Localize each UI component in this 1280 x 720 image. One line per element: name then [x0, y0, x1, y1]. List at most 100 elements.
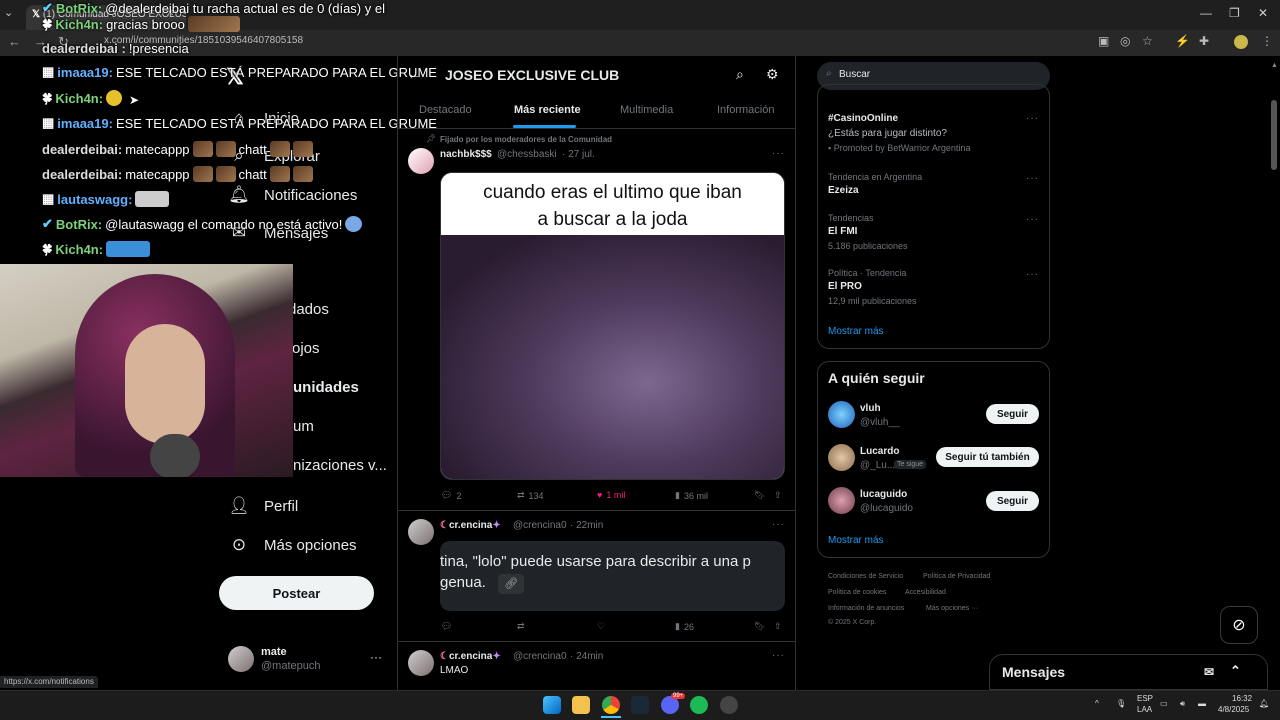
maximize-icon[interactable]: ❐: [1229, 6, 1240, 20]
post-author-name[interactable]: ☾cr.encina✦: [440, 651, 501, 662]
account-avatar[interactable]: [228, 646, 254, 672]
sidebar-item-premium[interactable]: um: [293, 418, 314, 435]
trend-title[interactable]: Ezeiza: [828, 185, 859, 196]
follow-back-button[interactable]: Seguir tú también: [936, 447, 1039, 467]
footer-link[interactable]: Política de cookies: [828, 589, 886, 596]
sidebar-item-mas-opciones[interactable]: ⊙ Más opciones: [228, 535, 357, 555]
trend-more-icon[interactable]: ···: [1026, 214, 1039, 225]
share-icon[interactable]: ⇧: [774, 490, 782, 501]
footer-link[interactable]: Accesibilidad: [905, 589, 946, 596]
network-icon[interactable]: ▭: [1160, 699, 1168, 708]
follow-name[interactable]: Lucardo: [860, 446, 899, 457]
post-author-handle[interactable]: @crencina0: [513, 651, 567, 662]
post-author-name[interactable]: ☾cr.encina✦: [440, 520, 501, 531]
sidebar-item-guardados[interactable]: dados: [288, 301, 329, 318]
footer-link[interactable]: Información de anuncios: [828, 605, 904, 612]
back-icon[interactable]: ←: [8, 34, 21, 49]
tab-informacion[interactable]: Información: [717, 104, 774, 116]
post-more-icon[interactable]: ···: [772, 148, 785, 159]
post-avatar[interactable]: [408, 519, 434, 545]
eye-off-icon[interactable]: ◎: [1120, 34, 1130, 48]
post-author-handle[interactable]: @chessbaski: [497, 149, 557, 160]
volume-icon[interactable]: 🔊︎: [1180, 699, 1185, 709]
minimize-icon[interactable]: —: [1200, 6, 1212, 20]
battery-icon[interactable]: ▬: [1198, 699, 1206, 708]
post-author-handle[interactable]: @crencina0: [513, 520, 567, 531]
post-avatar[interactable]: [408, 650, 434, 676]
tab-mas-reciente[interactable]: Más reciente: [514, 104, 581, 116]
cast-icon[interactable]: ▣: [1098, 34, 1109, 48]
translated-text-card[interactable]: tina, "lolo" puede usarse para describir…: [440, 541, 785, 611]
footer-link[interactable]: Condiciones de Servicio: [828, 573, 903, 580]
chrome-icon[interactable]: [602, 696, 620, 714]
sidebar-item-organizaciones[interactable]: nizaciones v...: [293, 457, 387, 474]
sidebar-item-empleos[interactable]: ojos: [292, 340, 320, 357]
extension-icon[interactable]: ⚡: [1175, 34, 1190, 48]
profile-avatar-icon[interactable]: [1234, 35, 1248, 49]
extensions-puzzle-icon[interactable]: ✚: [1199, 34, 1209, 48]
language-code[interactable]: ESP: [1137, 694, 1153, 703]
follow-button[interactable]: Seguir: [986, 491, 1039, 511]
bookmark-star-icon[interactable]: ☆: [1142, 34, 1153, 48]
post-time[interactable]: · 24min: [570, 651, 603, 662]
follow-handle[interactable]: @lucaguido: [860, 503, 913, 514]
follow-avatar[interactable]: [828, 401, 855, 428]
follow-avatar[interactable]: [828, 487, 855, 514]
trend-more-icon[interactable]: ···: [1026, 269, 1039, 280]
tab-list-chevron-icon[interactable]: ⌄: [4, 6, 13, 19]
clock-time[interactable]: 16:32: [1232, 694, 1252, 703]
microphone-icon[interactable]: 🎙︎: [1116, 699, 1126, 708]
trend-title[interactable]: #CasinoOnline: [828, 113, 898, 124]
post-avatar[interactable]: [408, 148, 434, 174]
bookmark-icon[interactable]: 🔖︎: [754, 621, 765, 632]
link-icon[interactable]: 🔗︎: [498, 574, 525, 594]
follow-name[interactable]: vluh: [860, 403, 881, 414]
tray-chevron-icon[interactable]: ^: [1095, 699, 1099, 708]
search-icon[interactable]: ⌕: [736, 66, 744, 83]
scroll-up-icon[interactable]: ▲: [1271, 62, 1278, 69]
follow-handle[interactable]: @_Lu...: [860, 460, 895, 471]
show-more-trends-link[interactable]: Mostrar más: [828, 326, 884, 337]
reply-button[interactable]: 💬︎ 2: [441, 490, 461, 501]
close-window-icon[interactable]: ✕: [1258, 6, 1268, 20]
spotify-icon[interactable]: [690, 696, 708, 714]
like-button[interactable]: ♡: [597, 621, 605, 632]
tab-destacado[interactable]: Destacado: [419, 104, 472, 116]
share-icon[interactable]: ⇧: [774, 621, 782, 632]
windows-start-icon[interactable]: [543, 696, 561, 714]
grok-icon[interactable]: ⊘: [1220, 606, 1258, 644]
follow-handle[interactable]: @vluh__: [860, 417, 900, 428]
trend-title[interactable]: El PRO: [828, 281, 862, 292]
account-more-icon[interactable]: ···: [370, 650, 382, 664]
trend-more-icon[interactable]: ···: [1026, 113, 1039, 124]
page-scrollbar[interactable]: [1271, 100, 1277, 170]
expand-up-icon[interactable]: ⌃: [1230, 663, 1241, 679]
footer-more-link[interactable]: Más opciones ···: [926, 605, 978, 612]
obs-icon[interactable]: [720, 696, 738, 714]
follow-button[interactable]: Seguir: [986, 404, 1039, 424]
post-more-icon[interactable]: ···: [772, 519, 785, 530]
post-time[interactable]: · 27 jul.: [562, 149, 595, 160]
show-more-follow-link[interactable]: Mostrar más: [828, 535, 884, 546]
follow-avatar[interactable]: [828, 444, 855, 471]
clock-date[interactable]: 4/8/2025: [1218, 705, 1249, 714]
file-explorer-icon[interactable]: [572, 696, 590, 714]
follow-name[interactable]: lucaguido: [860, 489, 907, 500]
bookmark-icon[interactable]: 🔖︎: [754, 490, 765, 501]
language-layout[interactable]: LAA: [1137, 705, 1152, 714]
sidebar-item-notificaciones[interactable]: 🔔︎ Notificaciones: [228, 185, 357, 205]
views-button[interactable]: ▮ 36 mil: [675, 490, 708, 501]
notifications-icon[interactable]: 🔔︎: [1259, 699, 1269, 708]
tab-multimedia[interactable]: Multimedia: [620, 104, 673, 116]
menu-kebab-icon[interactable]: ⋮: [1261, 34, 1273, 48]
back-arrow-icon[interactable]: ←: [407, 66, 421, 82]
like-button[interactable]: ♥ 1 mil: [597, 490, 625, 500]
views-button[interactable]: ▮ 26: [675, 621, 694, 632]
post-more-icon[interactable]: ···: [772, 650, 785, 661]
repost-button[interactable]: ⇄ 134: [517, 490, 544, 501]
repost-button[interactable]: ⇄: [517, 621, 525, 632]
trend-title[interactable]: El FMI: [828, 226, 857, 237]
sidebar-item-perfil[interactable]: 👤︎ Perfil: [228, 496, 298, 516]
footer-link[interactable]: Política de Privacidad: [923, 573, 990, 580]
reply-button[interactable]: 💬︎: [441, 621, 452, 632]
